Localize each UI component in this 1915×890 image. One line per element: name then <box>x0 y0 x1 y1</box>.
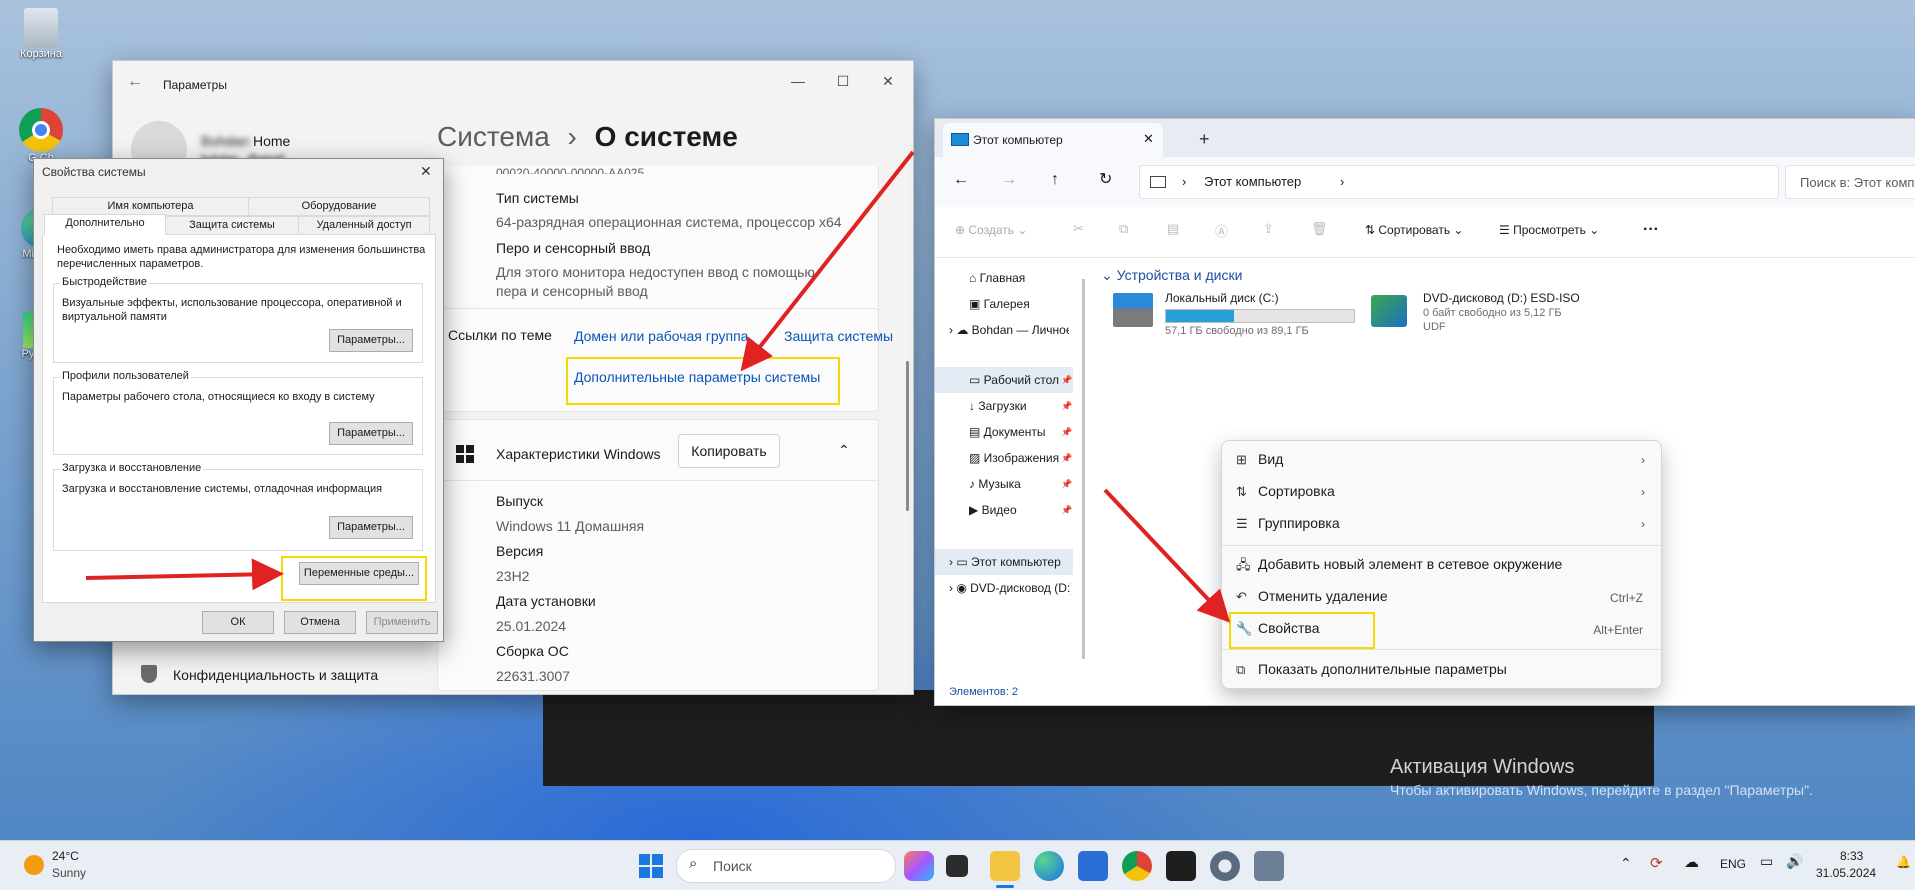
start-button[interactable] <box>636 851 666 881</box>
active-indicator <box>996 885 1014 888</box>
network-icon[interactable]: ▭ <box>1760 853 1773 870</box>
store-taskbar-icon[interactable] <box>1078 851 1108 881</box>
onedrive-icon[interactable]: ☁ <box>1684 853 1699 871</box>
terminal-taskbar-icon[interactable] <box>1166 851 1196 881</box>
search-icon: ⌕ <box>689 855 698 872</box>
arrow-to-advanced-link <box>740 150 915 372</box>
clock-time[interactable]: 8:33 <box>1840 849 1863 863</box>
volume-icon[interactable]: 🔊 <box>1786 853 1803 870</box>
update-icon[interactable]: ⟳ <box>1650 854 1663 872</box>
weather-desc: Sunny <box>52 866 87 880</box>
tab-advanced[interactable]: Дополнительно <box>44 214 166 235</box>
notification-icon[interactable]: 🔔 <box>1896 855 1911 869</box>
arrow-to-env-button <box>85 558 284 591</box>
copilot-icon[interactable] <box>904 851 934 881</box>
weather-icon[interactable] <box>24 855 44 875</box>
task-view-icon[interactable] <box>946 855 968 877</box>
taskbar: 24°C Sunny ⌕ Поиск ⌃ ⟳ ☁ ENG ▭ 🔊 8:33 31… <box>0 840 1915 890</box>
settings-taskbar-icon[interactable] <box>1210 851 1240 881</box>
annotation-arrows <box>85 150 1231 623</box>
taskbar-search-placeholder: Поиск <box>713 858 752 874</box>
clock-date[interactable]: 31.05.2024 <box>1816 866 1876 880</box>
weather-temp[interactable]: 24°C <box>52 849 79 863</box>
edge-taskbar-icon[interactable] <box>1034 851 1064 881</box>
arrow-to-properties <box>1103 488 1231 623</box>
language-indicator[interactable]: ENG <box>1720 857 1746 871</box>
taskbar-search[interactable]: ⌕ Поиск <box>676 849 896 883</box>
show-hidden-icons[interactable]: ⌃ <box>1620 855 1632 872</box>
chrome-taskbar-icon[interactable] <box>1122 851 1152 881</box>
system-properties-taskbar-icon[interactable] <box>1254 851 1284 881</box>
file-explorer-taskbar-icon[interactable] <box>990 851 1020 881</box>
